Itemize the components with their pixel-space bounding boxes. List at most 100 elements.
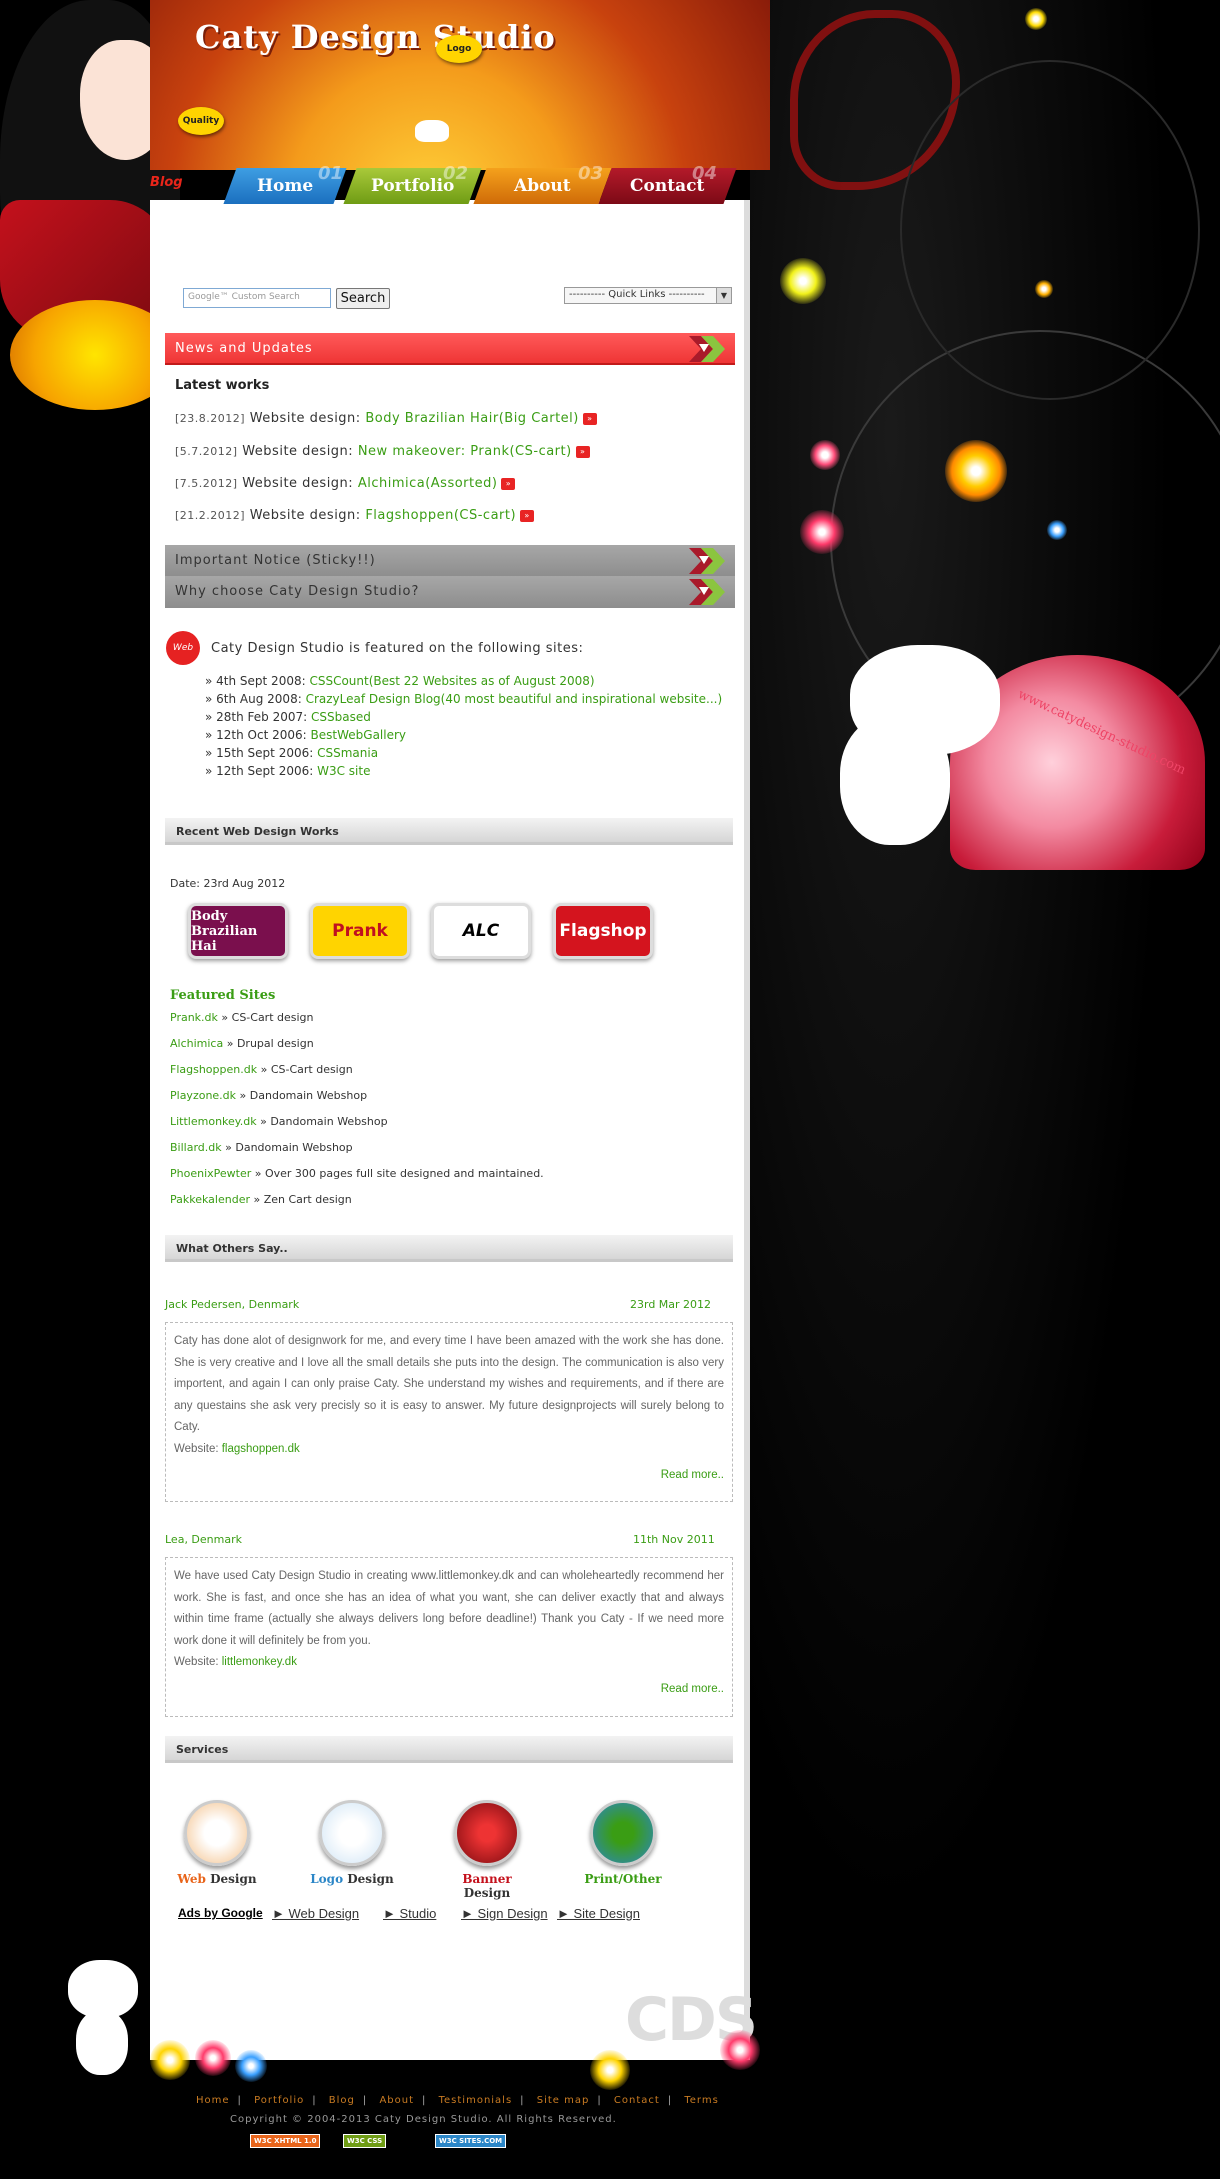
featured-link[interactable]: BestWebGallery bbox=[311, 728, 406, 742]
pink-glow-light bbox=[720, 2030, 760, 2070]
site-link[interactable]: Alchimica bbox=[170, 1037, 223, 1050]
chevron-down-icon[interactable] bbox=[689, 548, 729, 574]
news-link[interactable]: New makeover: Prank(CS-cart) bbox=[358, 444, 572, 459]
list-item: » 28th Feb 2007: CSSbased bbox=[205, 710, 371, 724]
work-thumbnail[interactable]: Prank bbox=[310, 903, 410, 959]
pink-glow-light bbox=[195, 2040, 231, 2076]
testimonials-heading: What Others Say.. bbox=[165, 1235, 733, 1262]
list-item: Playzone.dk » Dandomain Webshop bbox=[170, 1089, 368, 1102]
chevron-down-icon[interactable] bbox=[689, 579, 729, 605]
site-link[interactable]: Prank.dk bbox=[170, 1011, 218, 1024]
work-thumbnail[interactable]: ALC bbox=[431, 903, 531, 959]
blue-glow-light bbox=[1047, 520, 1067, 540]
footer-link-portfolio[interactable]: Portfolio bbox=[254, 2095, 304, 2106]
read-more-link[interactable]: Read more.. bbox=[174, 1679, 724, 1701]
services-heading: Services bbox=[165, 1736, 733, 1763]
featured-link[interactable]: CSSbased bbox=[311, 710, 371, 724]
list-item: Alchimica » Drupal design bbox=[170, 1037, 314, 1050]
testimonial-date: 11th Nov 2011 bbox=[633, 1533, 715, 1546]
print-design-icon bbox=[590, 1800, 656, 1866]
work-thumbnail[interactable]: Body Brazilian Hai bbox=[188, 903, 288, 959]
latest-works-title: Latest works bbox=[175, 378, 270, 393]
footer-link-blog[interactable]: Blog bbox=[329, 2095, 355, 2106]
orange-glow-light bbox=[945, 440, 1007, 502]
small-cat-icon bbox=[415, 120, 449, 142]
yellow-glow-light bbox=[590, 2050, 630, 2090]
ad-link[interactable]: ► Sign Design bbox=[461, 1906, 548, 1921]
notice-bar-label: Important Notice (Sticky!!) bbox=[175, 553, 376, 568]
ad-link[interactable]: ► Web Design bbox=[272, 1906, 359, 1921]
go-arrow-icon[interactable]: » bbox=[501, 477, 516, 490]
site-link[interactable]: Playzone.dk bbox=[170, 1089, 236, 1102]
chevron-down-icon[interactable]: ▼ bbox=[716, 288, 731, 303]
nav-contact-number: 04 bbox=[692, 163, 718, 184]
footer-link-terms[interactable]: Terms bbox=[684, 2095, 718, 2106]
testimonial-box: We have used Caty Design Studio in creat… bbox=[165, 1557, 733, 1717]
work-thumbnail[interactable]: Flagshop bbox=[553, 903, 653, 959]
ads-by-google-label[interactable]: Ads by Google bbox=[178, 1906, 263, 1920]
news-link[interactable]: Flagshoppen(CS-cart) bbox=[365, 508, 516, 523]
ad-link[interactable]: ► Studio bbox=[383, 1906, 436, 1921]
footer-link-about[interactable]: About bbox=[379, 2095, 414, 2106]
footer-nav: Home | Portfolio | Blog | About | Testimonia… bbox=[196, 2095, 719, 2106]
testimonial-website-link[interactable]: littlemonkey.dk bbox=[222, 1656, 297, 1668]
featured-link[interactable]: CSSCount(Best 22 Websites as of August 2… bbox=[309, 674, 594, 688]
pink-glow-light bbox=[810, 440, 840, 470]
ad-link[interactable]: ► Site Design bbox=[557, 1906, 640, 1921]
news-item: [7.5.2012] Website design: Alchimica(Ass… bbox=[175, 476, 516, 491]
site-link[interactable]: Littlemonkey.dk bbox=[170, 1115, 257, 1128]
featured-link[interactable]: W3C site bbox=[317, 764, 370, 778]
search-button[interactable]: Search bbox=[336, 288, 390, 309]
testimonial-text: We have used Caty Design Studio in creat… bbox=[174, 1570, 724, 1647]
featured-link[interactable]: CSSmania bbox=[317, 746, 378, 760]
site-link[interactable]: PhoenixPewter bbox=[170, 1167, 251, 1180]
web-design-icon bbox=[184, 1800, 250, 1866]
site-title[interactable]: Caty Design Studio bbox=[195, 18, 556, 56]
footer-link-home[interactable]: Home bbox=[196, 2095, 230, 2106]
service-print-other[interactable]: Print/Other bbox=[578, 1800, 668, 1886]
go-arrow-icon[interactable]: » bbox=[520, 509, 535, 522]
quick-links-select[interactable]: ---------- Quick Links ---------- ▼ bbox=[564, 287, 732, 304]
news-link[interactable]: Alchimica(Assorted) bbox=[358, 476, 498, 491]
w3c-xhtml-badge[interactable]: W3C XHTML 1.0 bbox=[250, 2134, 321, 2148]
go-arrow-icon[interactable]: » bbox=[575, 445, 590, 458]
list-item: Prank.dk » CS-Cart design bbox=[170, 1011, 314, 1024]
read-more-link[interactable]: Read more.. bbox=[174, 1465, 724, 1487]
yellow-glow-light bbox=[780, 258, 826, 304]
blue-glow-light bbox=[235, 2050, 267, 2082]
list-item: » 12th Sept 2006: W3C site bbox=[205, 764, 371, 778]
nav-blog[interactable]: Blog bbox=[150, 175, 183, 190]
w3c-sites-badge[interactable]: W3C SITES.COM bbox=[435, 2134, 507, 2148]
go-arrow-icon[interactable]: » bbox=[582, 412, 597, 425]
yellow-glow-light bbox=[1025, 8, 1047, 30]
testimonial-text: Caty has done alot of designwork for me,… bbox=[174, 1335, 724, 1433]
logo-badge: Logo bbox=[436, 35, 482, 63]
testimonial-box: Caty has done alot of designwork for me,… bbox=[165, 1322, 733, 1502]
w3c-css-badge[interactable]: W3C CSS bbox=[343, 2134, 387, 2148]
service-logo-design[interactable]: Logo Design bbox=[307, 1800, 397, 1886]
news-updates-bar[interactable]: News and Updates bbox=[165, 333, 735, 365]
news-link[interactable]: Body Brazilian Hair(Big Cartel) bbox=[365, 411, 579, 426]
site-link[interactable]: Pakkekalender bbox=[170, 1193, 250, 1206]
quality-badge: Quality bbox=[178, 107, 224, 135]
search-input[interactable]: Google™ Custom Search bbox=[183, 288, 331, 308]
list-item: » 15th Sept 2006: CSSmania bbox=[205, 746, 379, 760]
nav-portfolio-number: 02 bbox=[443, 163, 469, 184]
service-banner-design[interactable]: Banner Design bbox=[442, 1800, 532, 1900]
important-notice-bar[interactable]: Important Notice (Sticky!!) bbox=[165, 545, 735, 577]
footer-link-contact[interactable]: Contact bbox=[614, 2095, 660, 2106]
chevron-down-icon[interactable] bbox=[689, 336, 729, 362]
footer-link-sitemap[interactable]: Site map bbox=[537, 2095, 590, 2106]
site-link[interactable]: Flagshoppen.dk bbox=[170, 1063, 257, 1076]
pink-glow-light bbox=[800, 510, 844, 554]
why-choose-bar[interactable]: Why choose Caty Design Studio? bbox=[165, 576, 735, 608]
swirl-decoration bbox=[900, 60, 1200, 400]
featured-link[interactable]: CrazyLeaf Design Blog(40 most beautiful … bbox=[306, 692, 723, 706]
service-web-design[interactable]: Web Design bbox=[172, 1800, 262, 1886]
list-item: » 6th Aug 2008: CrazyLeaf Design Blog(40… bbox=[205, 692, 723, 706]
site-link[interactable]: Billard.dk bbox=[170, 1141, 222, 1154]
testimonial-website-link[interactable]: flagshoppen.dk bbox=[222, 1443, 300, 1455]
footer-link-testimonials[interactable]: Testimonials bbox=[439, 2095, 513, 2106]
nav-about-number: 03 bbox=[578, 163, 604, 184]
recent-works-heading: Recent Web Design Works bbox=[165, 818, 733, 845]
